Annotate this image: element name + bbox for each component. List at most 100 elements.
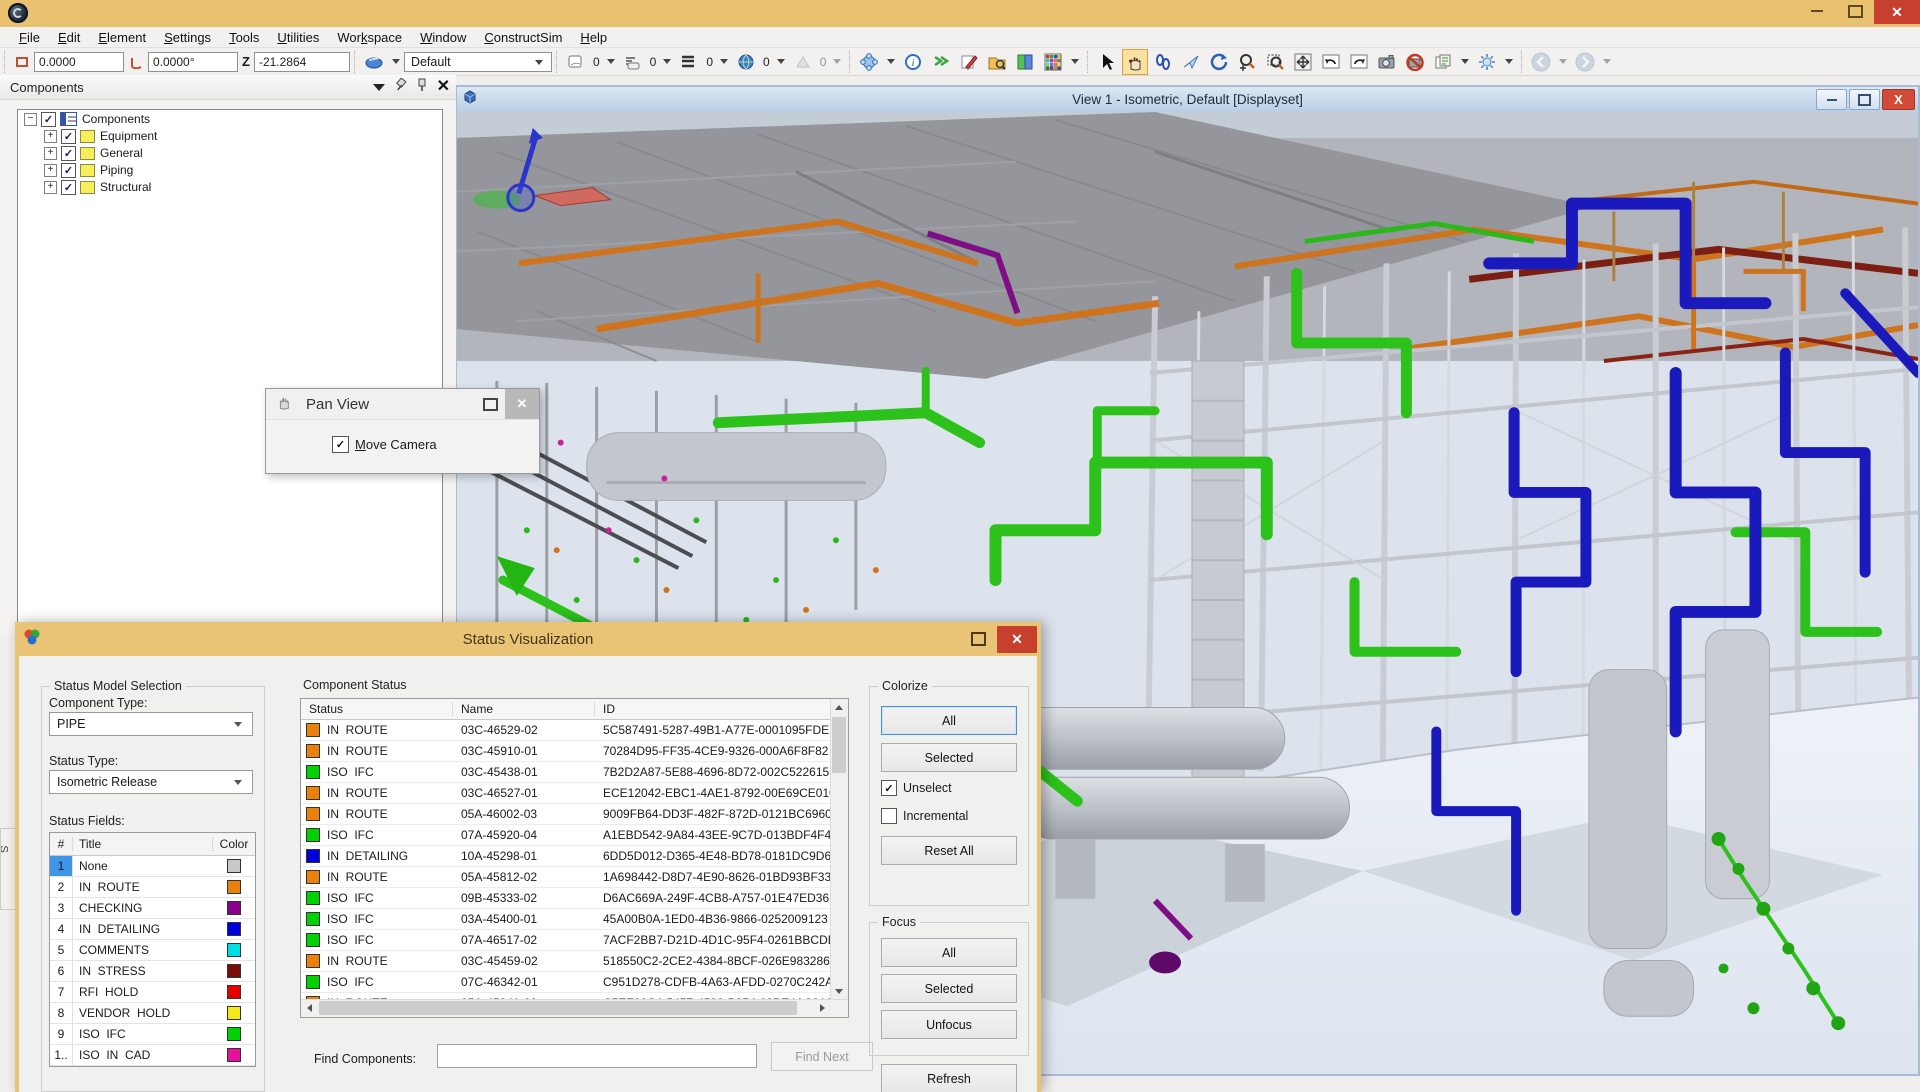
color-dropdown-arrow[interactable] [777,59,785,64]
expand-expander-icon[interactable]: + [44,181,57,194]
expand-expander-icon[interactable]: + [44,147,57,160]
pan-view-tool-icon[interactable] [1122,49,1148,75]
menu-item[interactable]: File [10,27,49,48]
window-maximize-button[interactable] [1836,0,1874,22]
accudraw-dropdown-arrow[interactable] [392,59,400,64]
accudraw-angle-input[interactable] [148,52,238,72]
view-close-button[interactable]: X [1882,89,1915,110]
component-status-row[interactable]: IN ROUTE 03C-45910-01 70284D95-FF35-4CE9… [301,741,848,762]
component-status-row[interactable]: IN ROUTE 05A-45812-02 1A698442-D8D7-4E90… [301,867,848,888]
nav-forward-icon[interactable] [1572,49,1598,75]
incremental-row[interactable]: Incremental [881,808,968,824]
nav-back-icon[interactable] [1528,49,1554,75]
menu-item[interactable]: Edit [49,27,89,48]
accudraw-z-input[interactable] [254,52,350,72]
unfocus-button[interactable]: Unfocus [881,1010,1017,1039]
menu-item[interactable]: Window [411,27,475,48]
reset-all-button[interactable]: Reset All [881,836,1017,865]
tree-root-checkbox[interactable] [41,112,56,127]
vertical-scrollbar[interactable] [830,699,848,1000]
transparency-dropdown-arrow[interactable] [833,59,841,64]
component-status-row[interactable]: ISO IFC 09B-45333-02 D6AC669A-249F-4CB8-… [301,888,848,909]
status-field-row[interactable]: 1.. ISO IN CAD [50,1045,255,1066]
tree-item-checkbox[interactable] [61,146,76,161]
view-titlebar[interactable]: View 1 - Isometric, Default [Displayset]… [457,87,1918,112]
explore-properties-icon[interactable] [984,49,1010,75]
fly-tool-icon[interactable] [1178,49,1204,75]
window-close-button[interactable]: ✕ [1874,0,1920,24]
level-dropdown-arrow[interactable] [607,59,615,64]
accudraw-distance-input[interactable] [34,52,124,72]
tree-item-checkbox[interactable] [61,129,76,144]
accudraw-compass-icon[interactable] [361,49,387,75]
tree-item-row[interactable]: + Equipment [44,128,442,144]
pan-view-titlebar[interactable]: Pan View ✕ [266,389,539,420]
menu-item[interactable]: Workspace [328,27,411,48]
color-table-icon[interactable] [1040,49,1066,75]
component-status-row[interactable]: IN ROUTE 03C-45459-02 518550C2-2CE2-4384… [301,951,848,972]
zoom-in-icon[interactable] [1234,49,1260,75]
components-panel-header[interactable]: Components ✕ [0,75,456,100]
status-field-row[interactable]: 6 IN STRESS [50,961,255,982]
panel-menu-arrow-icon[interactable] [373,84,385,91]
view-previous-icon[interactable] [1318,49,1344,75]
incremental-checkbox[interactable] [881,808,897,824]
lock-distance-icon[interactable] [12,52,32,72]
vertical-scroll-thumb[interactable] [832,717,846,773]
standards-checker-icon[interactable] [1012,49,1038,75]
status-field-row[interactable]: 2 IN ROUTE [50,877,255,898]
scroll-right-icon[interactable] [814,1000,831,1016]
fit-view-icon[interactable] [1290,49,1316,75]
component-status-row[interactable]: IN ROUTE 03C-46527-01 ECE12042-EBC1-4AE1… [301,783,848,804]
tree-item-row[interactable]: + Structural [44,179,442,195]
edit-properties-icon[interactable] [956,49,982,75]
docked-side-tab[interactable]: S [0,828,16,910]
nav-forward-dropdown-arrow[interactable] [1603,59,1611,64]
component-status-row[interactable]: ISO IFC 07A-46517-02 7ACF2BB7-D21D-4D1C-… [301,930,848,951]
copy-view-icon[interactable] [1430,49,1456,75]
component-status-row[interactable]: IN ROUTE 03C-46529-02 5C587491-5287-49B1… [301,720,848,741]
scroll-down-icon[interactable] [831,983,847,1000]
horizontal-scroll-thumb[interactable] [319,1001,797,1015]
lock-angle-icon[interactable] [126,52,146,72]
collapse-expander-icon[interactable]: − [24,113,37,126]
find-components-input[interactable] [437,1044,757,1068]
component-type-combobox[interactable]: PIPE [49,712,253,736]
status-type-combobox[interactable]: Isometric Release [49,770,253,794]
status-viz-close-button[interactable]: ✕ [997,626,1037,653]
walk-tool-icon[interactable] [1150,49,1176,75]
brightness-icon[interactable] [1474,49,1500,75]
tree-item-checkbox[interactable] [61,180,76,195]
menu-item[interactable]: Element [89,27,155,48]
pin-icon[interactable] [417,78,427,96]
component-status-row[interactable]: ISO IFC 03C-45438-01 7B2D2A87-5E88-4696-… [301,762,848,783]
expand-expander-icon[interactable]: + [44,164,57,177]
status-field-row[interactable]: 8 VENDOR HOLD [50,1003,255,1024]
status-field-row[interactable]: 3 CHECKING [50,898,255,919]
view-restore-button[interactable] [1849,89,1880,110]
window-minimize-button[interactable] [1798,0,1836,22]
colorize-all-button[interactable]: All [881,706,1017,735]
active-model-combobox[interactable]: Default [404,52,552,72]
colorize-selected-button[interactable]: Selected [881,743,1017,772]
refresh-button[interactable]: Refresh [881,1064,1017,1092]
auto-hide-pin-icon[interactable] [395,78,407,96]
menu-item[interactable]: Settings [155,27,220,48]
move-camera-checkbox[interactable] [332,436,349,453]
nav-back-dropdown-arrow[interactable] [1559,59,1567,64]
component-status-row[interactable]: IN ROUTE 05A-46002-03 9009FB64-DD3F-482F… [301,804,848,825]
component-status-row[interactable]: ISO IFC 07C-46342-01 C951D278-CDFB-4A63-… [301,972,848,993]
horizontal-scrollbar[interactable] [301,999,848,1017]
component-status-row[interactable]: ISO IFC 07A-45920-04 A1EBD542-9A84-43EE-… [301,825,848,846]
rotate-view-icon[interactable] [1206,49,1232,75]
brightness-dropdown-arrow[interactable] [1505,59,1513,64]
line-weight-icon[interactable] [676,49,702,75]
tree-item-checkbox[interactable] [61,163,76,178]
menu-item[interactable]: ConstructSim [475,27,571,48]
active-level-icon[interactable] [563,49,589,75]
component-status-header[interactable]: Status Name ID [301,699,848,720]
element-info-icon[interactable]: i [900,49,926,75]
status-viz-maximize-button[interactable] [963,632,993,646]
view-next-icon[interactable] [1346,49,1372,75]
tree-item-row[interactable]: + General [44,145,442,161]
